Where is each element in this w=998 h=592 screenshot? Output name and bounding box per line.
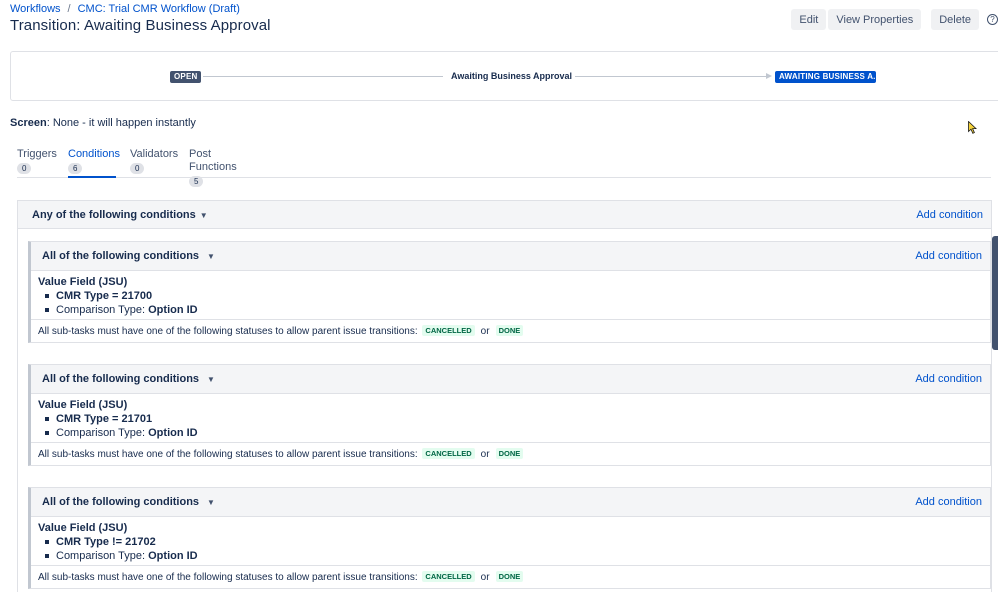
diagram-line-left [203, 76, 443, 77]
group-type-selector[interactable]: Any of the following conditions ▼ [32, 209, 208, 221]
condition-subtasks: All sub-tasks must have one of the follo… [31, 320, 990, 342]
subtask-condition-text: All sub-tasks must have one of the follo… [38, 448, 525, 460]
condition-group-all-header: All of the following conditions ▼ Add con… [31, 365, 990, 394]
status-badge: DONE [495, 325, 524, 336]
subtask-condition-label: All sub-tasks must have one of the follo… [38, 449, 418, 460]
breadcrumb-workflows-link[interactable]: Workflows [10, 3, 61, 15]
comparison-label: Comparison Type: [56, 550, 149, 562]
chevron-down-icon: ▼ [199, 211, 208, 220]
transition-label: Awaiting Business Approval [448, 71, 576, 81]
group-type-label: All of the following conditions [42, 373, 200, 385]
status-badge: DONE [495, 448, 524, 459]
action-toolbar: Edit View Properties Delete ? [789, 9, 998, 30]
condition-group-any-header: Any of the following conditions ▼ Add con… [18, 201, 991, 229]
tab-validators-count: 0 [130, 163, 145, 174]
condition-group-all: All of the following conditions ▼ Add con… [28, 241, 991, 343]
group-type-label: All of the following conditions [42, 496, 200, 508]
or-text: or [480, 572, 490, 583]
condition-value-field: Value Field (JSU) CMR Type = 21701 Compa… [31, 394, 990, 443]
condition-item-comparison: Comparison Type: Option ID [45, 304, 198, 316]
subtask-condition-text: All sub-tasks must have one of the follo… [38, 571, 525, 583]
condition-title: Value Field (JSU) [38, 399, 128, 411]
tab-post-functions-label: Post Functions [189, 148, 237, 173]
subtask-condition-label: All sub-tasks must have one of the follo… [38, 326, 418, 337]
comparison-value: Option ID [148, 427, 198, 439]
chevron-down-icon: ▼ [207, 375, 215, 384]
condition-group-all: All of the following conditions ▼ Add con… [28, 364, 991, 466]
condition-title: Value Field (JSU) [38, 276, 128, 288]
chevron-down-icon: ▼ [207, 252, 215, 261]
group-type-selector[interactable]: All of the following conditions ▼ [42, 373, 215, 385]
condition-group-all-header: All of the following conditions ▼ Add con… [31, 488, 990, 517]
view-properties-button[interactable]: View Properties [828, 9, 922, 30]
status-badge: CANCELLED [422, 448, 475, 459]
diagram-line-right [571, 76, 769, 77]
add-condition-link[interactable]: Add condition [915, 373, 982, 385]
screen-info: Screen: None - it will happen instantly [10, 117, 196, 129]
diagram-arrow-icon [766, 73, 772, 79]
breadcrumb-separator: / [67, 3, 71, 15]
breadcrumb-current-link[interactable]: CMC: Trial CMR Workflow (Draft) [78, 3, 240, 15]
status-badge: DONE [495, 571, 524, 582]
subtask-condition-text: All sub-tasks must have one of the follo… [38, 325, 525, 337]
comparison-value: Option ID [148, 550, 198, 562]
condition-item-field: CMR Type = 21701 [44, 413, 153, 425]
group-type-label: All of the following conditions [42, 250, 200, 262]
tab-conditions-label: Conditions [68, 148, 120, 160]
condition-subtasks: All sub-tasks must have one of the follo… [31, 566, 990, 588]
breadcrumb: Workflows / CMC: Trial CMR Workflow (Dra… [10, 3, 240, 15]
condition-item-field: CMR Type != 21702 [45, 536, 156, 548]
condition-title: Value Field (JSU) [38, 522, 128, 534]
condition-group-all-header: All of the following conditions ▼ Add con… [31, 242, 990, 271]
scrollbar-thumb[interactable] [992, 236, 998, 350]
or-text: or [480, 449, 490, 460]
condition-item-comparison: Comparison Type: Option ID [45, 427, 198, 439]
tab-post-functions[interactable]: Post Functions 5 [189, 148, 259, 187]
condition-item-field: CMR Type = 21700 [44, 290, 153, 302]
add-condition-link[interactable]: Add condition [915, 496, 982, 508]
tab-triggers-count: 0 [17, 163, 32, 174]
condition-group-all: All of the following conditions ▼ Add con… [28, 487, 991, 589]
mouse-cursor-icon [968, 121, 977, 134]
comparison-value: Option ID [148, 304, 198, 316]
status-lozenge-from: OPEN [170, 71, 202, 83]
comparison-label: Comparison Type: [56, 427, 149, 439]
help-icon[interactable]: ? [987, 14, 998, 25]
status-badge: CANCELLED [422, 325, 475, 336]
add-condition-link[interactable]: Add condition [916, 209, 983, 221]
condition-item-comparison: Comparison Type: Option ID [45, 550, 198, 562]
chevron-down-icon: ▼ [207, 498, 215, 507]
group-type-selector[interactable]: All of the following conditions ▼ [42, 250, 215, 262]
tab-triggers[interactable]: Triggers 0 [17, 148, 57, 178]
screen-value: : None - it will happen instantly [46, 117, 196, 129]
or-text: or [480, 326, 490, 337]
tab-triggers-label: Triggers [17, 148, 57, 160]
condition-subtasks: All sub-tasks must have one of the follo… [31, 443, 990, 465]
comparison-label: Comparison Type: [56, 304, 149, 316]
condition-value-field: Value Field (JSU) CMR Type != 21702 Comp… [31, 517, 990, 566]
condition-value-field: Value Field (JSU) CMR Type = 21700 Compa… [31, 271, 990, 320]
status-badge: CANCELLED [422, 571, 475, 582]
page-title: Transition: Awaiting Business Approval [10, 17, 271, 34]
condition-group-any: Any of the following conditions ▼ Add con… [17, 200, 992, 592]
tab-validators[interactable]: Validators 0 [130, 148, 178, 178]
edit-button[interactable]: Edit [791, 9, 827, 30]
subtask-condition-label: All sub-tasks must have one of the follo… [38, 572, 418, 583]
group-type-selector[interactable]: All of the following conditions ▼ [42, 496, 215, 508]
add-condition-link[interactable]: Add condition [915, 250, 982, 262]
status-lozenge-to: AWAITING BUSINESS A... [775, 71, 876, 83]
tab-conditions[interactable]: Conditions 6 [68, 148, 120, 178]
tab-post-functions-count: 5 [189, 176, 204, 187]
tab-validators-label: Validators [130, 148, 179, 160]
transition-diagram: OPEN Awaiting Business Approval AWAITING… [10, 51, 998, 101]
tab-conditions-count: 6 [68, 163, 83, 174]
delete-button[interactable]: Delete [931, 9, 979, 30]
tab-bar: Triggers 0 Conditions 6 Validators 0 Pos… [17, 148, 991, 187]
screen-label: Screen [10, 117, 47, 129]
group-type-label: Any of the following conditions [32, 209, 196, 221]
